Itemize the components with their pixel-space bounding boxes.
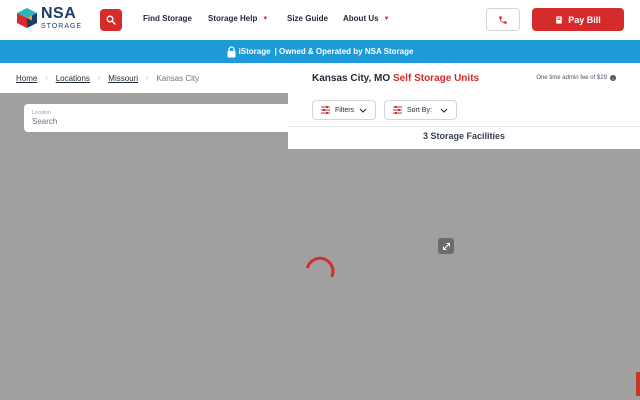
logo-text: NSA: [41, 5, 77, 22]
nav-storage-help[interactable]: Storage Help ▼: [208, 14, 268, 23]
results-panel: Kansas City, MO Self Storage Units One t…: [288, 63, 640, 149]
breadcrumb-separator: ›: [45, 75, 48, 82]
breadcrumb-separator: ›: [146, 75, 149, 82]
logo-subtext: STORAGE: [41, 23, 83, 30]
nav-about-us[interactable]: About Us ▼: [343, 14, 390, 23]
title-city: Kansas City, MO: [312, 73, 391, 84]
lock-icon: [227, 45, 236, 57]
phone-button[interactable]: [486, 8, 520, 31]
sort-by-button[interactable]: Sort By:: [384, 100, 457, 120]
sort-by-label: Sort By:: [407, 106, 432, 114]
breadcrumb-separator: ›: [97, 75, 101, 82]
logo-mark-icon: [16, 7, 38, 29]
nav-label: Find Storage: [143, 14, 192, 23]
breadcrumb: Home › Locations › Missouri › Kansas Cit…: [16, 74, 199, 83]
breadcrumb-home[interactable]: Home: [16, 74, 37, 83]
nav-label: About Us: [343, 14, 379, 23]
breadcrumb-bar: Home › Locations › Missouri › Kansas Cit…: [0, 63, 288, 93]
chevron-down-icon: [440, 108, 448, 113]
location-search-field[interactable]: Location Search: [24, 104, 288, 132]
caret-down-icon: ▼: [262, 15, 269, 22]
facility-count: 3 Storage Facilities: [422, 131, 506, 141]
title-accent: Self Storage Units: [392, 73, 480, 84]
breadcrumb-missouri[interactable]: Missouri: [108, 74, 138, 83]
site-header: NSA STORAGE Find Storage Storage Help ▼ …: [0, 0, 640, 40]
admin-fee-note: One time admin fee of $29 i: [536, 75, 616, 81]
nav-label: Size Guide: [287, 14, 328, 23]
loading-spinner: [306, 256, 335, 278]
breadcrumb-current: Kansas City: [156, 74, 200, 83]
sliders-icon: [321, 106, 330, 114]
search-icon: [106, 15, 116, 25]
filters-button[interactable]: Filters: [312, 100, 376, 120]
nav-find-storage[interactable]: Find Storage: [143, 14, 192, 23]
page-title: Kansas City, MO Self Storage Units: [312, 73, 479, 84]
edge-tab[interactable]: [636, 372, 640, 396]
banner-text: | Owned & Operated by NSA Storage: [274, 47, 414, 56]
caret-down-icon: ▼: [383, 15, 390, 22]
chevron-down-icon: [359, 108, 367, 113]
phone-icon: [499, 15, 507, 24]
header-search-button[interactable]: [100, 9, 122, 31]
expand-icon: [442, 242, 450, 250]
info-icon[interactable]: i: [610, 75, 616, 81]
nav-label: Storage Help: [208, 14, 258, 23]
filters-label: Filters: [335, 106, 355, 114]
location-label: Location: [32, 110, 51, 116]
sort-icon: [393, 106, 402, 114]
breadcrumb-locations[interactable]: Locations: [56, 74, 90, 83]
map-expand-button[interactable]: [438, 238, 454, 254]
brand-banner: iStorage | Owned & Operated by NSA Stora…: [0, 40, 640, 63]
admin-fee-text: One time admin fee of $29: [536, 75, 607, 81]
location-search-input[interactable]: Search: [32, 117, 57, 126]
banner-brand: iStorage: [238, 47, 271, 56]
panel-divider: [288, 126, 640, 127]
nsa-logo[interactable]: NSA STORAGE: [16, 6, 82, 30]
nav-size-guide[interactable]: Size Guide: [287, 14, 328, 23]
pay-bill-button[interactable]: Pay Bill: [532, 8, 624, 31]
card-icon: [556, 15, 563, 24]
pay-bill-label: Pay Bill: [568, 14, 601, 25]
